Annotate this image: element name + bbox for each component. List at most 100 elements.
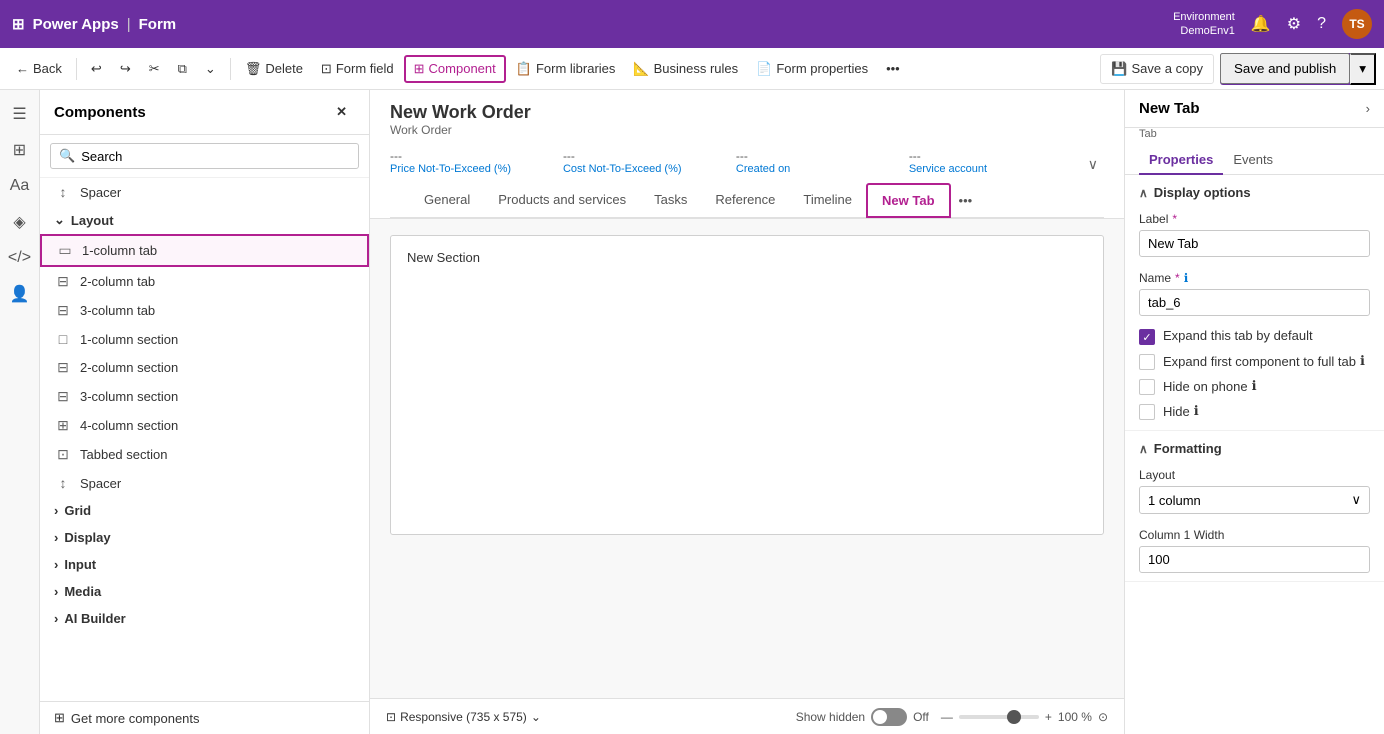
layers-icon[interactable]: ⊞	[4, 134, 36, 166]
sidebar-item-2col-tab[interactable]: ⊟ 2-column tab	[40, 267, 369, 296]
display-options-header[interactable]: ∧ Display options	[1125, 175, 1384, 206]
get-more-components-link[interactable]: ⊞ Get more components	[54, 710, 355, 726]
tab-tasks[interactable]: Tasks	[640, 184, 701, 217]
name-input[interactable]	[1139, 289, 1370, 316]
settings-icon[interactable]: ⚙	[1287, 14, 1301, 34]
search-input[interactable]	[81, 149, 350, 164]
formatting-header[interactable]: ∧ Formatting	[1125, 431, 1384, 462]
field-price-value: ---	[390, 149, 555, 163]
sidebar-item-tabbed-section[interactable]: ⊡ Tabbed section	[40, 440, 369, 469]
more-options-button[interactable]: •••	[878, 57, 908, 80]
tab-general[interactable]: General	[410, 184, 484, 217]
hide-on-phone-label: Hide on phone ℹ	[1163, 378, 1257, 394]
sidebar-search-area: 🔍	[40, 135, 369, 178]
expand-first-component-checkbox[interactable]	[1139, 354, 1155, 370]
business-rules-button[interactable]: 📐 Business rules	[625, 57, 746, 81]
person-icon[interactable]: 👤	[4, 278, 36, 310]
hide-on-phone-checkbox[interactable]	[1139, 379, 1155, 395]
hamburger-menu-icon[interactable]: ☰	[4, 98, 36, 130]
save-publish-chevron-icon: ▾	[1359, 61, 1366, 76]
zoom-fit-icon[interactable]: ⊙	[1098, 710, 1108, 724]
label-field: Label *	[1125, 206, 1384, 265]
save-publish-split-button: Save and publish ▾	[1220, 53, 1376, 85]
copy-button[interactable]: ⧉	[170, 57, 195, 81]
sidebar-close-button[interactable]: ✕	[328, 100, 355, 124]
sidebar-item-1col-section[interactable]: □ 1-column section	[40, 325, 369, 353]
collapse-icon: ⌄	[54, 212, 65, 228]
tab-properties[interactable]: Properties	[1139, 146, 1223, 175]
zoom-slider[interactable]	[959, 715, 1039, 719]
user-avatar[interactable]: TS	[1342, 9, 1372, 39]
new-section[interactable]: New Section	[390, 235, 1104, 535]
toggle-track[interactable]	[871, 708, 907, 726]
display-collapse-icon: ›	[54, 530, 58, 545]
sidebar-title: Components	[54, 104, 146, 121]
sidebar-item-4col-section[interactable]: ⊞ 4-column section	[40, 411, 369, 440]
tab-reference[interactable]: Reference	[701, 184, 789, 217]
tab-more-button[interactable]: •••	[951, 185, 981, 216]
nav-divider: |	[127, 16, 131, 33]
right-panel-header: New Tab ›	[1125, 90, 1384, 128]
component-button[interactable]: ⊞ Component	[404, 55, 506, 83]
notification-icon[interactable]: 🔔	[1251, 14, 1271, 34]
2col-tab-icon: ⊟	[54, 273, 72, 290]
label-input[interactable]	[1139, 230, 1370, 257]
sidebar-item-3col-section[interactable]: ⊟ 3-column section	[40, 382, 369, 411]
help-icon[interactable]: ?	[1317, 15, 1326, 33]
zoom-in-icon[interactable]: +	[1045, 710, 1052, 724]
data-icon[interactable]: ◈	[4, 206, 36, 238]
save-publish-dropdown-button[interactable]: ▾	[1350, 53, 1376, 85]
more-options-icon: •••	[886, 61, 900, 76]
cut-button[interactable]: ✂	[141, 57, 168, 81]
more-dropdown-button[interactable]: ⌄	[197, 57, 224, 81]
field-cost: --- Cost Not-To-Exceed (%)	[563, 145, 736, 183]
right-panel-expand-icon[interactable]: ›	[1366, 101, 1370, 116]
toggle-state-label: Off	[913, 710, 929, 724]
save-publish-button[interactable]: Save and publish	[1220, 53, 1350, 84]
right-panel-subtitle: Tab	[1125, 128, 1384, 146]
responsive-selector[interactable]: ⊡ Responsive (735 x 575) ⌄	[386, 710, 541, 724]
tab-events[interactable]: Events	[1223, 146, 1283, 175]
hide-checkbox[interactable]	[1139, 404, 1155, 420]
right-panel-title-text: New Tab	[1139, 100, 1200, 117]
zoom-out-icon[interactable]: —	[941, 710, 953, 724]
toolbar-divider-1	[76, 58, 77, 80]
form-properties-button[interactable]: 📄 Form properties	[748, 57, 876, 81]
expand-tab-checkbox[interactable]	[1139, 329, 1155, 345]
name-info-icon[interactable]: ℹ	[1184, 271, 1189, 285]
media-collapse-icon: ›	[54, 584, 58, 599]
code-icon[interactable]: </>	[4, 242, 36, 274]
sidebar-item-3col-tab[interactable]: ⊟ 3-column tab	[40, 296, 369, 325]
hide-on-phone-info-icon[interactable]: ℹ	[1252, 378, 1257, 394]
tab-timeline[interactable]: Timeline	[789, 184, 866, 217]
app-logo[interactable]: ⊞ Power Apps | Form	[12, 15, 176, 33]
sidebar-item-spacer-bottom[interactable]: ↕ Spacer	[40, 469, 369, 497]
expand-first-info-icon[interactable]: ℹ	[1360, 353, 1365, 369]
name-field-label: Name * ℹ	[1139, 271, 1370, 285]
form-libraries-button[interactable]: 📋 Form libraries	[508, 57, 624, 81]
tab-new-tab[interactable]: New Tab	[866, 183, 951, 218]
column-width-input[interactable]	[1139, 546, 1370, 573]
show-hidden-label: Show hidden	[796, 710, 865, 724]
back-button[interactable]: ← Back	[8, 57, 70, 80]
sidebar-section-display[interactable]: › Display	[40, 524, 369, 551]
layout-select[interactable]: 1 column ∨	[1139, 486, 1370, 514]
redo-button[interactable]: ↪	[112, 57, 139, 81]
tab-products[interactable]: Products and services	[484, 184, 640, 217]
hide-label: Hide ℹ	[1163, 403, 1199, 419]
sidebar-section-layout[interactable]: ⌄ Layout	[40, 206, 369, 234]
sidebar-item-spacer-top[interactable]: ↕ Spacer	[40, 178, 369, 206]
sidebar-section-grid[interactable]: › Grid	[40, 497, 369, 524]
sidebar-item-2col-section[interactable]: ⊟ 2-column section	[40, 353, 369, 382]
sidebar-section-ai-builder[interactable]: › AI Builder	[40, 605, 369, 632]
expand-fields-icon[interactable]: ∨	[1082, 145, 1104, 183]
sidebar-section-input[interactable]: › Input	[40, 551, 369, 578]
sidebar-section-media[interactable]: › Media	[40, 578, 369, 605]
form-field-button[interactable]: ⊡ Form field	[313, 57, 402, 81]
hide-info-icon[interactable]: ℹ	[1194, 403, 1199, 419]
undo-button[interactable]: ↩	[83, 57, 110, 81]
sidebar-item-1col-tab[interactable]: ▭ 1-column tab	[40, 234, 369, 267]
delete-button[interactable]: 🗑 Delete	[237, 57, 311, 81]
save-copy-button[interactable]: 💾 Save a copy	[1100, 54, 1214, 84]
text-field-icon[interactable]: Aa	[4, 170, 36, 202]
